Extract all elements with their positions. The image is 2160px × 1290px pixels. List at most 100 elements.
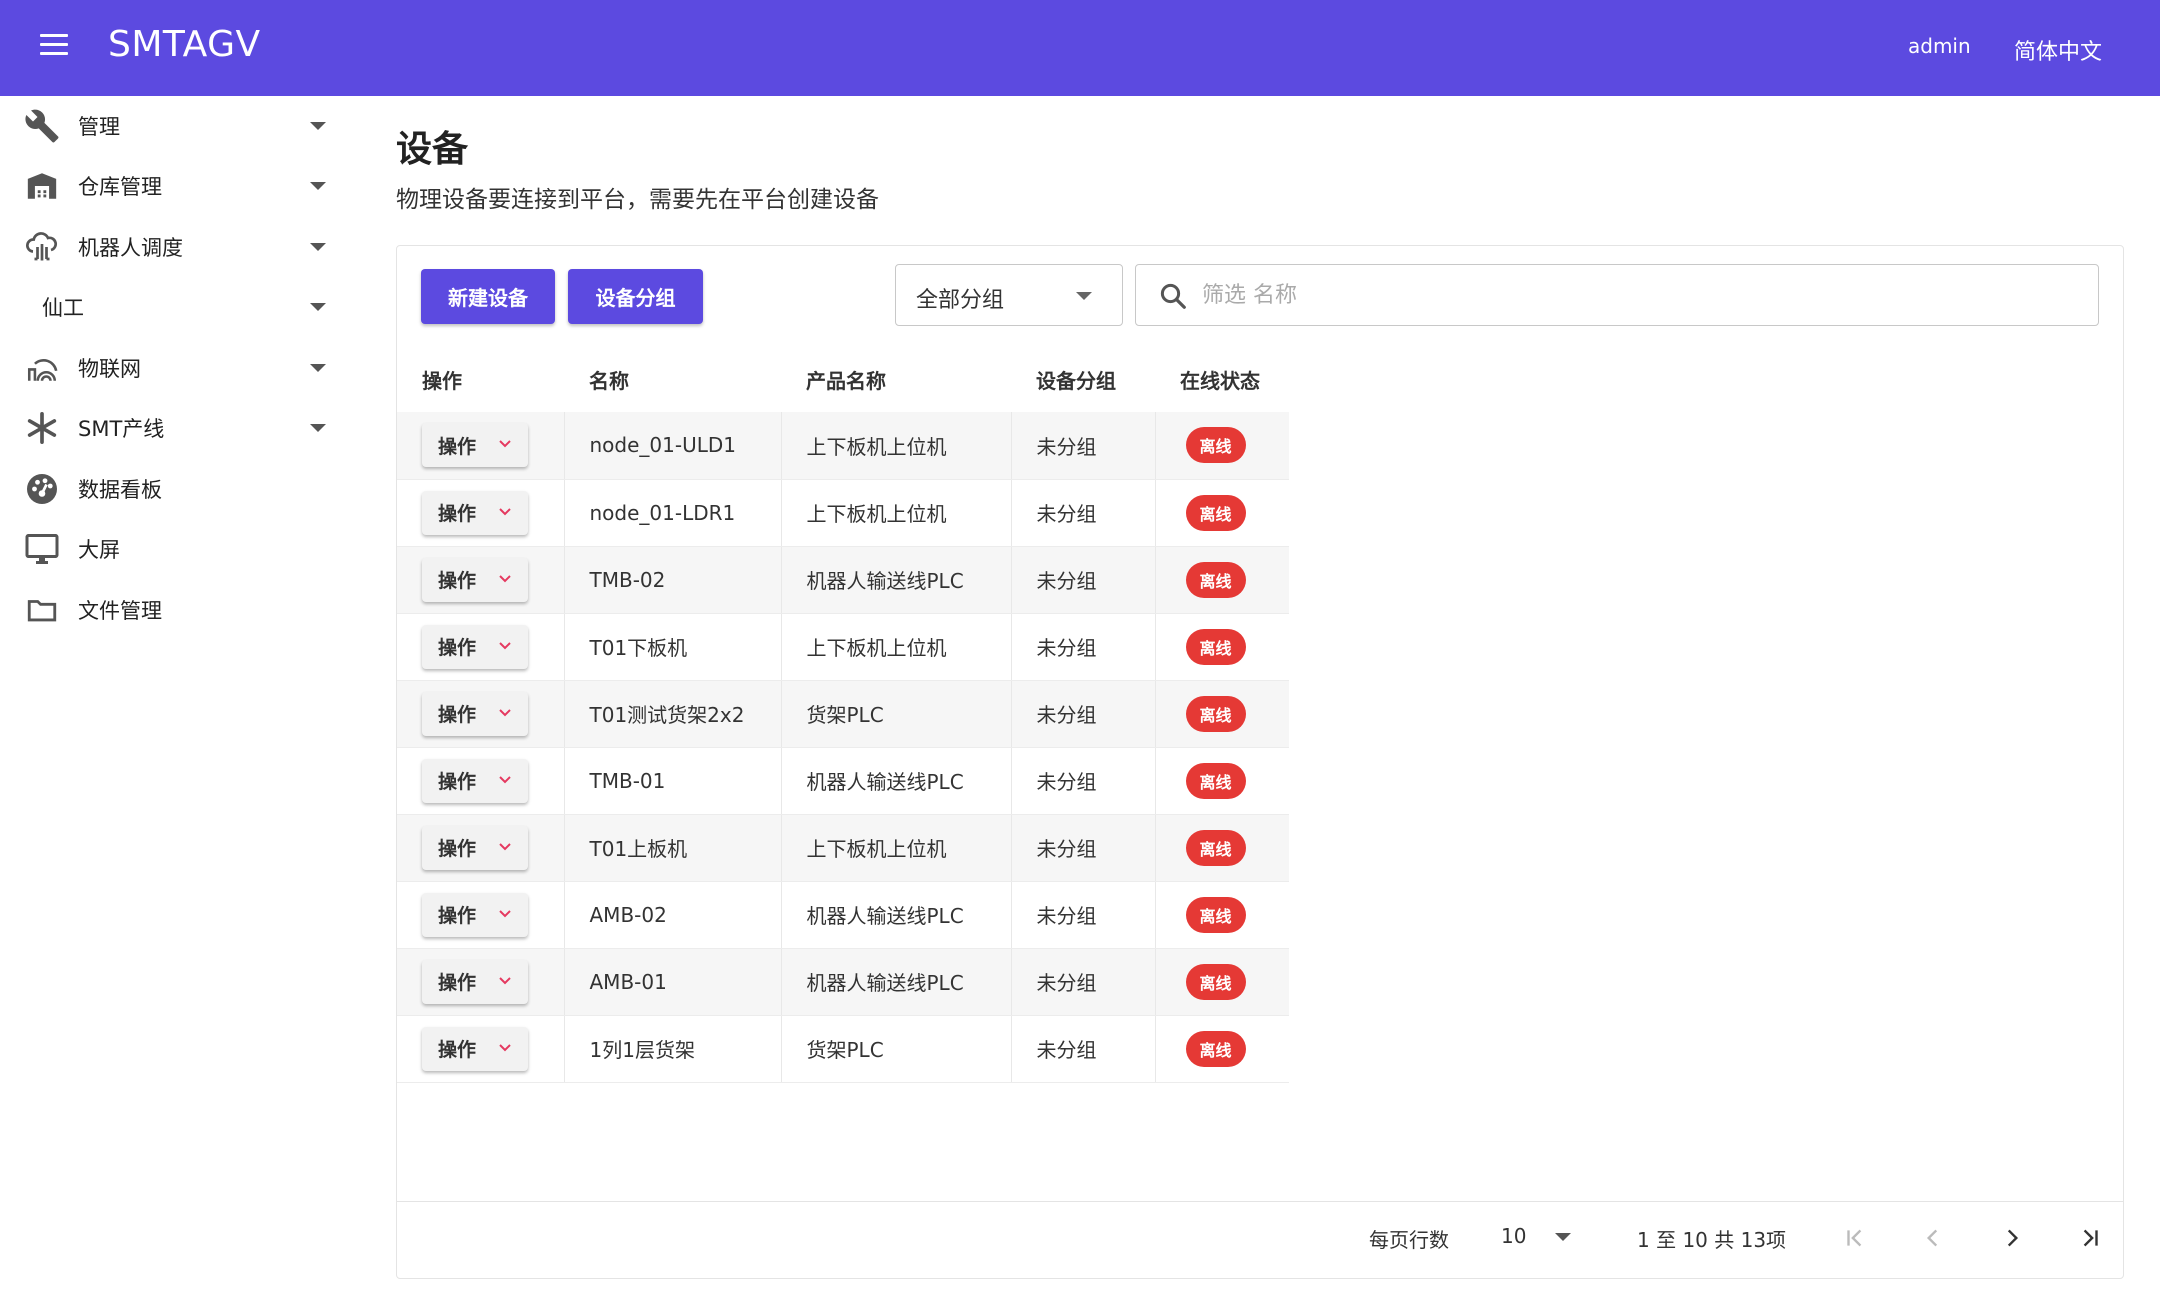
first-page-button[interactable] xyxy=(1833,1216,1877,1260)
row-product: 货架PLC xyxy=(781,1015,1012,1083)
row-op-cell: 操作 xyxy=(397,412,565,480)
row-group: 未分组 xyxy=(1011,680,1156,748)
row-actions-button[interactable]: 操作 xyxy=(422,557,528,602)
sidebar-item-admin[interactable]: 管理 xyxy=(0,96,340,156)
row-actions-button[interactable]: 操作 xyxy=(422,624,528,669)
row-group: 未分组 xyxy=(1011,1015,1156,1083)
sidebar-item-big-screen[interactable]: 大屏 xyxy=(0,519,340,579)
row-product: 机器人输送线PLC xyxy=(781,747,1012,815)
page-subtitle: 物理设备要连接到平台，需要先在平台创建设备 xyxy=(396,187,879,213)
monitor-icon xyxy=(24,531,60,567)
row-name: TMB-02 xyxy=(564,546,782,614)
row-name: TMB-01 xyxy=(564,747,782,815)
status-badge: 离线 xyxy=(1185,561,1246,598)
sidebar-item-iot[interactable]: 物联网 xyxy=(0,338,340,398)
last-page-button[interactable] xyxy=(2068,1216,2112,1260)
sidebar-item-warehouse[interactable]: 仓库管理 xyxy=(0,156,340,216)
row-status-cell: 离线 xyxy=(1155,814,1289,882)
table-row: 操作 1列1层货架 货架PLC 未分组 离线 xyxy=(397,1015,1289,1083)
menu-icon[interactable] xyxy=(36,34,72,62)
chevron-left-icon xyxy=(1926,1229,1938,1247)
sidebar-item-label: 管理 xyxy=(78,115,120,139)
chevron-down-icon xyxy=(1555,1233,1571,1241)
group-filter-select[interactable]: 全部分组 xyxy=(895,264,1123,326)
folder-icon xyxy=(24,592,60,628)
row-op-cell: 操作 xyxy=(397,680,565,748)
col-header-product: 产品名称 xyxy=(806,368,886,393)
rows-per-page-select[interactable]: 10 xyxy=(1501,1218,1591,1258)
row-actions-button[interactable]: 操作 xyxy=(422,959,528,1004)
table-row: 操作 node_01-ULD1 上下板机上位机 未分组 离线 xyxy=(397,412,1289,480)
warehouse-icon xyxy=(24,168,60,204)
col-header-group: 设备分组 xyxy=(1036,368,1116,393)
row-actions-button[interactable]: 操作 xyxy=(422,758,528,803)
row-group: 未分组 xyxy=(1011,747,1156,815)
sidebar-item-robot-dispatch[interactable]: 机器人调度 xyxy=(0,217,340,277)
row-actions-label: 操作 xyxy=(438,1039,477,1061)
status-badge: 离线 xyxy=(1185,762,1246,799)
sidebar-item-smt-line[interactable]: SMT产线 xyxy=(0,398,340,458)
row-product: 机器人输送线PLC xyxy=(781,881,1012,949)
row-op-cell: 操作 xyxy=(397,948,565,1016)
sidebar-item-seer[interactable]: 仙工 xyxy=(0,277,340,337)
row-actions-label: 操作 xyxy=(438,503,477,525)
search-input[interactable] xyxy=(1202,277,2062,313)
row-op-cell: 操作 xyxy=(397,479,565,547)
row-actions-button[interactable]: 操作 xyxy=(422,825,528,870)
chevron-down-icon xyxy=(499,641,511,649)
rows-per-page-label: 每页行数 xyxy=(1369,1228,1449,1252)
page-title: 设备 xyxy=(396,129,469,170)
device-group-button[interactable]: 设备分组 xyxy=(568,269,703,324)
search-field[interactable] xyxy=(1135,264,2099,326)
row-actions-button[interactable]: 操作 xyxy=(422,423,528,468)
row-actions-label: 操作 xyxy=(438,905,477,927)
row-actions-label: 操作 xyxy=(438,704,477,726)
cloud-robot-icon xyxy=(24,229,60,265)
row-group: 未分组 xyxy=(1011,546,1156,614)
row-actions-label: 操作 xyxy=(438,771,477,793)
row-op-cell: 操作 xyxy=(397,613,565,681)
row-status-cell: 离线 xyxy=(1155,479,1289,547)
language-switch[interactable]: 简体中文 xyxy=(2014,34,2102,66)
row-actions-button[interactable]: 操作 xyxy=(422,892,528,937)
col-header-op: 操作 xyxy=(422,368,462,393)
pagination-bar: 每页行数 10 1 至 10 共 13项 xyxy=(397,1201,2123,1279)
table-row: 操作 T01测试货架2x2 货架PLC 未分组 离线 xyxy=(397,680,1289,748)
row-actions-button[interactable]: 操作 xyxy=(422,691,528,736)
table-row: 操作 TMB-01 机器人输送线PLC 未分组 离线 xyxy=(397,747,1289,815)
wrench-icon xyxy=(24,108,60,144)
row-actions-button[interactable]: 操作 xyxy=(422,490,528,535)
chevron-right-icon xyxy=(2007,1229,2019,1247)
next-page-button[interactable] xyxy=(1990,1216,2034,1260)
table-row: 操作 AMB-02 机器人输送线PLC 未分组 离线 xyxy=(397,881,1289,949)
row-group: 未分组 xyxy=(1011,948,1156,1016)
status-badge: 离线 xyxy=(1185,494,1246,531)
status-badge: 离线 xyxy=(1185,695,1246,732)
row-status-cell: 离线 xyxy=(1155,948,1289,1016)
chevron-down-icon xyxy=(499,976,511,984)
row-status-cell: 离线 xyxy=(1155,546,1289,614)
row-actions-button[interactable]: 操作 xyxy=(422,1026,528,1071)
chevron-down-icon xyxy=(499,775,511,783)
row-status-cell: 离线 xyxy=(1155,680,1289,748)
status-badge: 离线 xyxy=(1185,896,1246,933)
row-actions-label: 操作 xyxy=(438,637,477,659)
chevron-down-icon xyxy=(499,440,511,448)
prev-page-button[interactable] xyxy=(1911,1216,1955,1260)
sidebar-item-label: 仓库管理 xyxy=(78,175,162,199)
chevron-down-icon xyxy=(310,364,326,372)
sidebar-item-label: 机器人调度 xyxy=(78,236,183,260)
table-row: 操作 node_01-LDR1 上下板机上位机 未分组 离线 xyxy=(397,479,1289,547)
user-menu[interactable]: admin xyxy=(1908,34,1971,58)
sidebar-item-file-management[interactable]: 文件管理 xyxy=(0,580,340,640)
device-card: 新建设备 设备分组 全部分组 操作 名称 产品名称 设备分组 在线状态 操作 no… xyxy=(396,245,2124,1279)
table-row: 操作 T01上板机 上下板机上位机 未分组 离线 xyxy=(397,814,1289,882)
first-page-icon xyxy=(1847,1229,1862,1247)
row-status-cell: 离线 xyxy=(1155,613,1289,681)
sidebar-item-dashboard[interactable]: 数据看板 xyxy=(0,459,340,519)
table-header-row: 操作 名称 产品名称 设备分组 在线状态 xyxy=(397,346,1289,412)
row-name: node_01-ULD1 xyxy=(564,412,782,480)
sidebar: 管理 仓库管理 机器人调度 仙工 物联网 SMT产线 数据看板 大屏 文件管理 xyxy=(0,96,340,1290)
new-device-button[interactable]: 新建设备 xyxy=(421,269,555,324)
sidebar-item-label: 仙工 xyxy=(42,296,84,320)
